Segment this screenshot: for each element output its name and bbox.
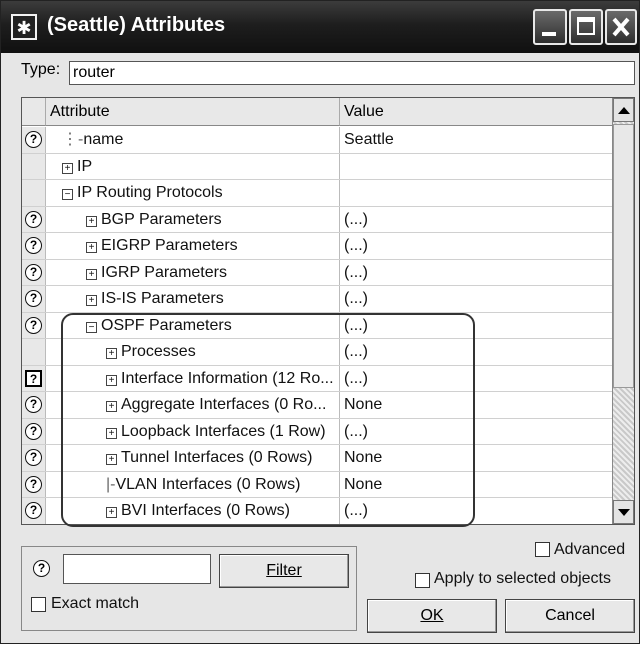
table-row[interactable]: ? + IGRP Parameters (...)	[22, 259, 612, 286]
apply-to-selected-label[interactable]: Apply to selected objects	[434, 570, 611, 588]
question-icon[interactable]: ?	[25, 369, 42, 387]
table-row[interactable]: ? + IS-IS Parameters (...)	[22, 286, 612, 313]
attribute-cell: + IS-IS Parameters	[46, 286, 340, 312]
ospf-highlight-outline	[61, 313, 475, 527]
arrow-down-icon	[618, 509, 630, 516]
window-title: (Seattle) Attributes	[47, 14, 226, 36]
table-row[interactable]: + IP	[22, 153, 612, 180]
attributes-dialog: ✱ (Seattle) Attributes Type: router Attr…	[0, 0, 640, 644]
row-help-cell: ?	[22, 498, 46, 524]
type-field[interactable]: router	[69, 61, 635, 85]
question-icon[interactable]: ?	[25, 422, 42, 440]
question-icon[interactable]: ?	[25, 131, 42, 148]
value-cell[interactable]: (...)	[340, 260, 612, 286]
header-icon-column	[22, 98, 46, 126]
tree-line-icon: ⋮-	[62, 131, 84, 148]
apply-to-selected-checkbox[interactable]	[415, 573, 430, 588]
arrow-up-icon	[618, 107, 630, 114]
filter-button[interactable]: Filter	[219, 554, 349, 588]
table-row[interactable]: ? + EIGRP Parameters (...)	[22, 233, 612, 260]
header-attribute[interactable]: Attribute	[46, 98, 340, 126]
question-icon[interactable]: ?	[25, 449, 42, 466]
table-row[interactable]: ? + BGP Parameters (...)	[22, 206, 612, 233]
attribute-label: EIGRP Parameters	[101, 237, 238, 254]
row-help-cell	[22, 153, 46, 179]
attribute-label: IP Routing Protocols	[77, 184, 223, 201]
question-icon[interactable]: ?	[25, 475, 42, 493]
question-icon[interactable]: ?	[25, 263, 42, 281]
attribute-label: BGP Parameters	[101, 210, 222, 228]
expand-icon[interactable]: +	[86, 242, 97, 253]
ok-button-label: OK	[420, 607, 444, 624]
header-value[interactable]: Value	[340, 98, 612, 126]
table-row[interactable]: ? ⋮-name Seattle	[22, 127, 612, 154]
question-icon[interactable]: ?	[33, 560, 50, 577]
cancel-button[interactable]: Cancel	[505, 599, 635, 633]
attribute-cell: + IP	[46, 153, 340, 179]
attribute-cell: + EIGRP Parameters	[46, 233, 340, 259]
row-help-cell: ?	[22, 312, 46, 338]
expand-icon[interactable]: +	[62, 162, 73, 174]
attribute-label: IP	[77, 157, 93, 175]
filter-button-label: Filter	[266, 562, 302, 579]
table-row[interactable]: − IP Routing Protocols	[22, 180, 612, 207]
attribute-label: name	[83, 131, 124, 148]
attribute-label: IS-IS Parameters	[101, 290, 224, 307]
cancel-button-label: Cancel	[545, 607, 595, 624]
question-icon[interactable]: ?	[25, 396, 42, 413]
minimize-button[interactable]	[533, 9, 567, 45]
expand-icon[interactable]: +	[86, 268, 97, 280]
row-help-cell: ?	[22, 127, 46, 153]
row-help-cell	[22, 339, 46, 365]
question-icon[interactable]: ?	[25, 237, 42, 254]
filter-input[interactable]	[63, 554, 211, 584]
row-help-cell: ?	[22, 392, 46, 418]
value-cell[interactable]	[340, 180, 612, 206]
scroll-down-button[interactable]	[613, 500, 634, 524]
vertical-scrollbar[interactable]	[612, 98, 634, 524]
attribute-cell: − IP Routing Protocols	[46, 180, 340, 206]
row-help-cell: ?	[22, 365, 46, 391]
type-label: Type:	[21, 61, 61, 78]
advanced-label[interactable]: Advanced	[554, 541, 625, 559]
ok-button[interactable]: OK	[367, 599, 497, 633]
row-help-cell: ?	[22, 418, 46, 444]
scroll-thumb[interactable]	[613, 124, 634, 388]
advanced-checkbox[interactable]	[535, 542, 550, 557]
exact-match-label[interactable]: Exact match	[51, 595, 139, 613]
attribute-cell: + IGRP Parameters	[46, 259, 340, 285]
attribute-label: IGRP Parameters	[101, 263, 227, 281]
expand-icon[interactable]: +	[86, 295, 97, 306]
question-icon[interactable]: ?	[25, 210, 42, 228]
attribute-cell: + BGP Parameters	[46, 206, 340, 232]
question-icon[interactable]: ?	[25, 502, 42, 519]
row-help-cell: ?	[22, 206, 46, 232]
attribute-cell: ⋮-name	[46, 127, 340, 153]
row-help-cell: ?	[22, 445, 46, 471]
value-cell[interactable]	[340, 154, 612, 180]
value-cell[interactable]: (...)	[340, 207, 612, 233]
question-icon[interactable]: ?	[25, 290, 42, 307]
value-cell[interactable]: (...)	[340, 233, 612, 259]
row-help-cell: ?	[22, 233, 46, 259]
row-help-cell: ?	[22, 259, 46, 285]
asterisk-icon: ✱	[11, 14, 37, 40]
question-icon[interactable]: ?	[25, 316, 42, 334]
value-cell[interactable]: Seattle	[340, 127, 612, 153]
close-button[interactable]	[605, 9, 637, 45]
expand-icon[interactable]: +	[86, 215, 97, 227]
maximize-button[interactable]	[569, 9, 603, 45]
value-cell[interactable]: (...)	[340, 286, 612, 312]
row-help-cell: ?	[22, 286, 46, 312]
collapse-icon[interactable]: −	[62, 189, 73, 200]
row-help-cell	[22, 180, 46, 206]
exact-match-checkbox[interactable]	[31, 597, 46, 612]
row-help-cell: ?	[22, 471, 46, 497]
title-bar[interactable]: ✱ (Seattle) Attributes	[1, 1, 639, 53]
scroll-up-button[interactable]	[613, 98, 634, 122]
